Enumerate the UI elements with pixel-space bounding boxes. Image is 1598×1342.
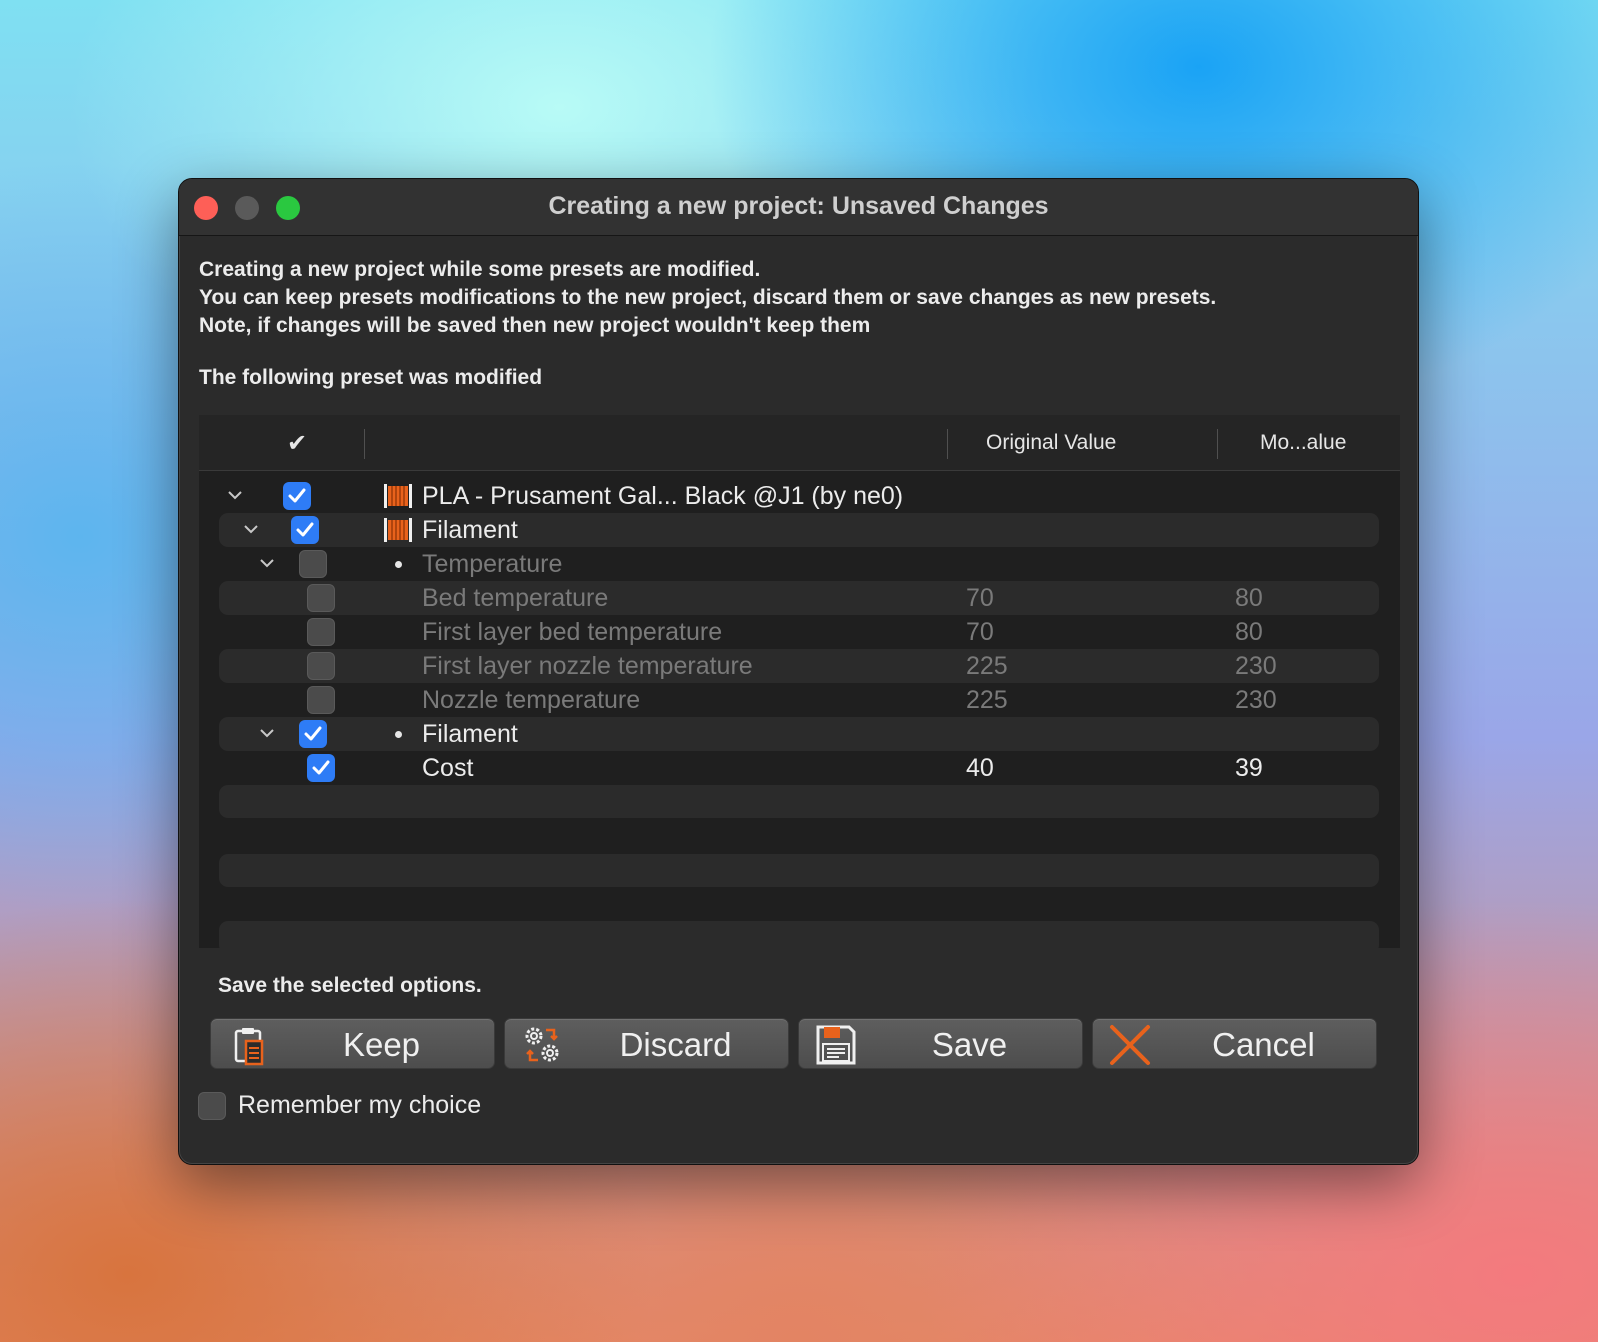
gears-swap-icon	[521, 1024, 563, 1066]
changes-tree[interactable]: ✔ Original Value Mo...alue PLA - Prusame…	[199, 415, 1400, 948]
empty-row	[219, 854, 1379, 887]
column-divider[interactable]	[947, 429, 948, 459]
modified-value: 39	[1235, 754, 1263, 782]
tree-row-temperature-group[interactable]: Temperature	[219, 547, 1379, 581]
filament-spool-icon	[383, 481, 413, 511]
option-checkbox[interactable]	[307, 686, 335, 714]
tree-row-label: First layer bed temperature	[422, 618, 723, 646]
original-value: 225	[966, 652, 1008, 680]
remember-choice-label[interactable]: Remember my choice	[238, 1091, 481, 1120]
tree-row-label: Temperature	[422, 550, 563, 578]
window-title: Creating a new project: Unsaved Changes	[548, 192, 1049, 220]
bullet-icon	[395, 561, 402, 568]
tree-row-label: First layer nozzle temperature	[422, 652, 753, 680]
clipboard-icon	[227, 1024, 269, 1066]
keep-button-label: Keep	[342, 1026, 421, 1063]
header-modified-value[interactable]: Mo...alue	[1260, 431, 1346, 455]
modified-value: 230	[1235, 686, 1277, 714]
column-divider[interactable]	[364, 429, 365, 459]
cancel-button-label: Cancel	[1212, 1026, 1315, 1063]
original-value: 70	[966, 618, 994, 646]
modified-preset-heading: The following preset was modified	[199, 366, 543, 389]
message-line-2: You can keep presets modifications to th…	[199, 286, 1217, 309]
tree-row-filament-category[interactable]: Filament	[219, 513, 1379, 547]
preset-checkbox[interactable]	[283, 482, 311, 510]
original-value: 40	[966, 754, 994, 782]
bullet-icon	[395, 731, 402, 738]
tree-row-label: Filament	[422, 516, 518, 544]
chevron-down-icon[interactable]	[255, 721, 279, 745]
empty-row	[219, 785, 1379, 818]
tree-row-nozzle-temperature[interactable]: Nozzle temperature 225 230	[219, 683, 1379, 717]
remember-choice-checkbox[interactable]	[198, 1091, 226, 1120]
tree-row-label: Bed temperature	[422, 584, 609, 612]
option-checkbox[interactable]	[307, 652, 335, 680]
filament-group-checkbox[interactable]	[299, 720, 327, 748]
message-line-1: Creating a new project while some preset…	[199, 258, 761, 281]
title-bar: Creating a new project: Unsaved Changes	[179, 179, 1418, 236]
option-checkbox[interactable]	[307, 618, 335, 646]
modified-value: 230	[1235, 652, 1277, 680]
message-line-3: Note, if changes will be saved then new …	[199, 314, 871, 337]
save-button[interactable]: Save	[798, 1018, 1083, 1069]
modified-value: 80	[1235, 584, 1263, 612]
tree-header: ✔ Original Value Mo...alue	[199, 415, 1400, 471]
tree-row-cost[interactable]: Cost 40 39	[219, 751, 1379, 785]
header-check-column[interactable]: ✔	[287, 429, 307, 458]
tree-row-bed-temperature[interactable]: Bed temperature 70 80	[219, 581, 1379, 615]
original-value: 225	[966, 686, 1008, 714]
filament-spool-icon	[383, 515, 413, 545]
option-checkbox[interactable]	[307, 584, 335, 612]
discard-button[interactable]: Discard	[504, 1018, 789, 1069]
dialog-message: Creating a new project while some preset…	[199, 256, 1216, 340]
unsaved-changes-dialog: Creating a new project: Unsaved Changes …	[178, 178, 1419, 1165]
chevron-down-icon[interactable]	[223, 483, 247, 507]
chevron-down-icon[interactable]	[255, 551, 279, 575]
column-divider[interactable]	[1217, 429, 1218, 459]
temperature-group-checkbox[interactable]	[299, 550, 327, 578]
tree-row-filament-group[interactable]: Filament	[219, 717, 1379, 751]
empty-row	[219, 921, 1379, 948]
tree-row-label: Nozzle temperature	[422, 686, 641, 714]
save-button-label: Save	[931, 1026, 1008, 1063]
discard-button-label: Discard	[619, 1026, 732, 1063]
save-options-label: Save the selected options.	[218, 974, 482, 997]
option-checkbox[interactable]	[307, 754, 335, 782]
tree-row-preset[interactable]: PLA - Prusament Gal... Black @J1 (by ne0…	[219, 479, 1379, 513]
modified-value: 80	[1235, 618, 1263, 646]
chevron-down-icon[interactable]	[239, 517, 263, 541]
filament-category-checkbox[interactable]	[291, 516, 319, 544]
remember-choice[interactable]: Remember my choice	[198, 1091, 481, 1120]
tree-row-first-layer-bed-temperature[interactable]: First layer bed temperature 70 80	[219, 615, 1379, 649]
close-x-icon	[1109, 1024, 1151, 1066]
tree-row-label: Cost	[422, 754, 474, 782]
tree-row-label: PLA - Prusament Gal... Black @J1 (by ne0…	[422, 482, 904, 510]
floppy-disk-icon	[815, 1024, 857, 1066]
cancel-button[interactable]: Cancel	[1092, 1018, 1377, 1069]
tree-row-label: Filament	[422, 720, 518, 748]
keep-button[interactable]: Keep	[210, 1018, 495, 1069]
original-value: 70	[966, 584, 994, 612]
header-original-value[interactable]: Original Value	[986, 431, 1116, 455]
tree-row-first-layer-nozzle-temperature[interactable]: First layer nozzle temperature 225 230	[219, 649, 1379, 683]
